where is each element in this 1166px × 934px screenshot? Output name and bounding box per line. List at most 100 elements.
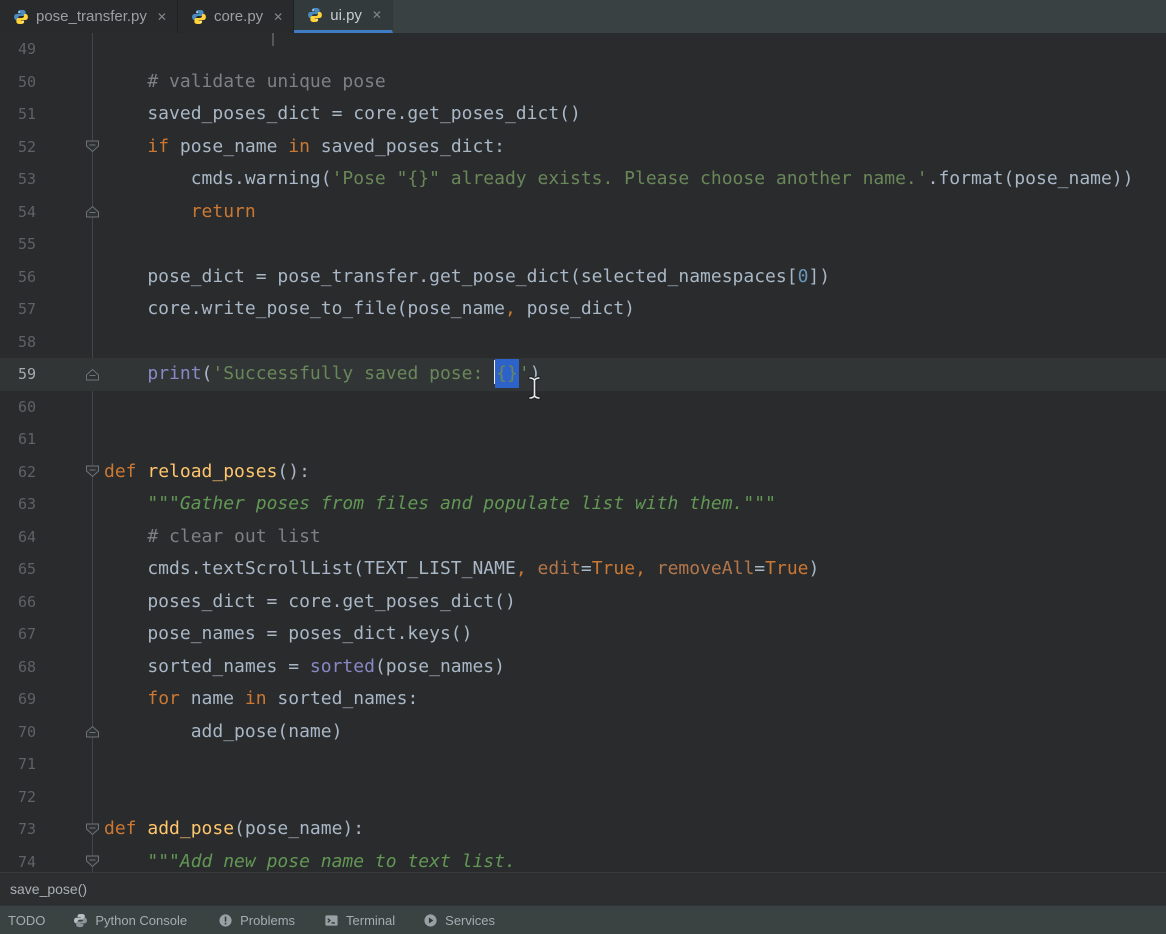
problems-icon: [218, 913, 233, 928]
statusbar-item-terminal[interactable]: Terminal: [324, 913, 395, 928]
breadcrumb-item[interactable]: save_pose(): [10, 881, 87, 897]
code-line-72[interactable]: 72: [0, 781, 1166, 814]
code-line-61[interactable]: 61: [0, 423, 1166, 456]
gutter-fold-column: [36, 66, 104, 99]
line-number: 53: [0, 170, 36, 188]
code-line-67[interactable]: 67 pose_names = poses_dict.keys(): [0, 618, 1166, 651]
line-number: 73: [0, 820, 36, 838]
gutter-fold-column: [36, 131, 104, 164]
code-line-58[interactable]: 58: [0, 326, 1166, 359]
fold-marker-up-icon[interactable]: [85, 205, 100, 218]
code-editor[interactable]: 4950 # validate unique pose51 saved_pose…: [0, 33, 1166, 872]
fold-marker-down-icon[interactable]: [85, 823, 100, 836]
ide-window: { "window": { "app": "python-ide-editor"…: [0, 0, 1166, 934]
line-number: 60: [0, 398, 36, 416]
code-line-63[interactable]: 63 """Gather poses from files and popula…: [0, 488, 1166, 521]
code-line-54[interactable]: 54 return: [0, 196, 1166, 229]
gutter-fold-column: [36, 651, 104, 684]
code-line-57[interactable]: 57 core.write_pose_to_file(pose_name, po…: [0, 293, 1166, 326]
tab-close-icon[interactable]: ✕: [157, 10, 167, 24]
tab-ui-py[interactable]: ui.py✕: [294, 0, 393, 33]
gutter-fold-column: [36, 521, 104, 554]
code-line-64[interactable]: 64 # clear out list: [0, 521, 1166, 554]
code-line-68[interactable]: 68 sorted_names = sorted(pose_names): [0, 651, 1166, 684]
gutter-fold-column: [36, 163, 104, 196]
gutter-fold-column: [36, 748, 104, 781]
services-icon: [423, 913, 438, 928]
fold-marker-down-icon[interactable]: [85, 465, 100, 478]
line-number: 56: [0, 268, 36, 286]
line-number: 67: [0, 625, 36, 643]
terminal-icon: [324, 913, 339, 928]
line-number: 59: [0, 365, 36, 383]
tab-close-icon[interactable]: ✕: [372, 8, 382, 22]
gutter-fold-column: [36, 781, 104, 814]
gutter-fold-column: [36, 228, 104, 261]
code-text: print('Successfully saved pose: {}'): [104, 358, 541, 391]
code-line-49[interactable]: 49: [0, 33, 1166, 66]
fold-marker-down-icon[interactable]: [85, 140, 100, 153]
tab-pose_transfer-py[interactable]: pose_transfer.py ✕: [0, 0, 178, 33]
code-text: sorted_names = sorted(pose_names): [104, 651, 505, 684]
line-number: 69: [0, 690, 36, 708]
gutter-fold-column: [36, 326, 104, 359]
fold-marker-up-icon[interactable]: [85, 368, 100, 381]
fold-marker-up-icon[interactable]: [85, 725, 100, 738]
mouse-cursor-ibeam: [526, 374, 544, 402]
code-text: core.write_pose_to_file(pose_name, pose_…: [104, 293, 635, 326]
code-line-65[interactable]: 65 cmds.textScrollList(TEXT_LIST_NAME, e…: [0, 553, 1166, 586]
line-number: 52: [0, 138, 36, 156]
code-text: if pose_name in saved_poses_dict:: [104, 131, 505, 164]
code-line-71[interactable]: 71: [0, 748, 1166, 781]
tab-close-icon[interactable]: ✕: [273, 10, 283, 24]
code-line-56[interactable]: 56 pose_dict = pose_transfer.get_pose_di…: [0, 261, 1166, 294]
code-line-53[interactable]: 53 cmds.warning('Pose "{}" already exist…: [0, 163, 1166, 196]
code-text: # validate unique pose: [104, 66, 386, 99]
line-number: 62: [0, 463, 36, 481]
line-number: 55: [0, 235, 36, 253]
tab-label: pose_transfer.py: [36, 8, 147, 25]
code-text: return: [104, 196, 256, 229]
fold-marker-down-icon[interactable]: [85, 855, 100, 868]
statusbar-item-services[interactable]: Services: [423, 913, 495, 928]
statusbar-item-problems[interactable]: Problems: [218, 913, 295, 928]
code-text: def add_pose(pose_name):: [104, 813, 364, 846]
code-line-74[interactable]: 74 """Add new pose name to text list.: [0, 846, 1166, 873]
status-bar: TODO Python Console Problems Terminal Se…: [0, 905, 1166, 934]
line-number: 64: [0, 528, 36, 546]
gutter-fold-column: [36, 488, 104, 521]
gutter-fold-column: [36, 813, 104, 846]
line-number: 63: [0, 495, 36, 513]
statusbar-item-todo[interactable]: TODO: [8, 913, 45, 928]
tab-core-py[interactable]: core.py✕: [178, 0, 294, 33]
python-console-icon: [73, 913, 88, 928]
code-line-59[interactable]: 59 print('Successfully saved pose: {}'): [0, 358, 1166, 391]
line-number: 70: [0, 723, 36, 741]
line-number: 57: [0, 300, 36, 318]
code-line-50[interactable]: 50 # validate unique pose: [0, 66, 1166, 99]
code-line-69[interactable]: 69 for name in sorted_names:: [0, 683, 1166, 716]
code-text: pose_dict = pose_transfer.get_pose_dict(…: [104, 261, 830, 294]
line-number: 72: [0, 788, 36, 806]
line-number: 54: [0, 203, 36, 221]
breadcrumb-bar: save_pose(): [0, 872, 1166, 905]
code-line-52[interactable]: 52 if pose_name in saved_poses_dict:: [0, 131, 1166, 164]
gutter-fold-column: [36, 196, 104, 229]
code-line-62[interactable]: 62 def reload_poses():: [0, 456, 1166, 489]
tab-drag-notch: [272, 33, 274, 46]
gutter-fold-column: [36, 553, 104, 586]
line-number: 58: [0, 333, 36, 351]
statusbar-item-python-console[interactable]: Python Console: [73, 913, 187, 928]
statusbar-item-label: Problems: [240, 913, 295, 928]
tab-bar: pose_transfer.py ✕ core.py✕ ui.py✕: [0, 0, 1166, 33]
statusbar-item-label: Services: [445, 913, 495, 928]
code-line-55[interactable]: 55: [0, 228, 1166, 261]
code-line-60[interactable]: 60: [0, 391, 1166, 424]
code-line-73[interactable]: 73 def add_pose(pose_name):: [0, 813, 1166, 846]
statusbar-item-label: Python Console: [95, 913, 187, 928]
code-line-70[interactable]: 70 add_pose(name): [0, 716, 1166, 749]
code-text: saved_poses_dict = core.get_poses_dict(): [104, 98, 581, 131]
code-line-51[interactable]: 51 saved_poses_dict = core.get_poses_dic…: [0, 98, 1166, 131]
line-number: 68: [0, 658, 36, 676]
code-line-66[interactable]: 66 poses_dict = core.get_poses_dict(): [0, 586, 1166, 619]
